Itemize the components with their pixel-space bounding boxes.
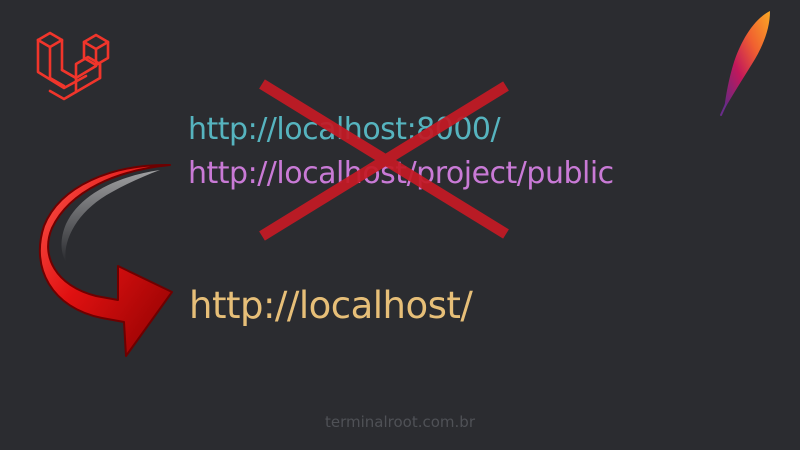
site-credit: terminalroot.com.br	[325, 413, 475, 431]
banner-canvas: http://localhost:8000/ http://localhost/…	[0, 0, 800, 450]
curved-arrow-icon	[38, 163, 173, 357]
localhost-target-url: http://localhost/	[189, 284, 473, 327]
